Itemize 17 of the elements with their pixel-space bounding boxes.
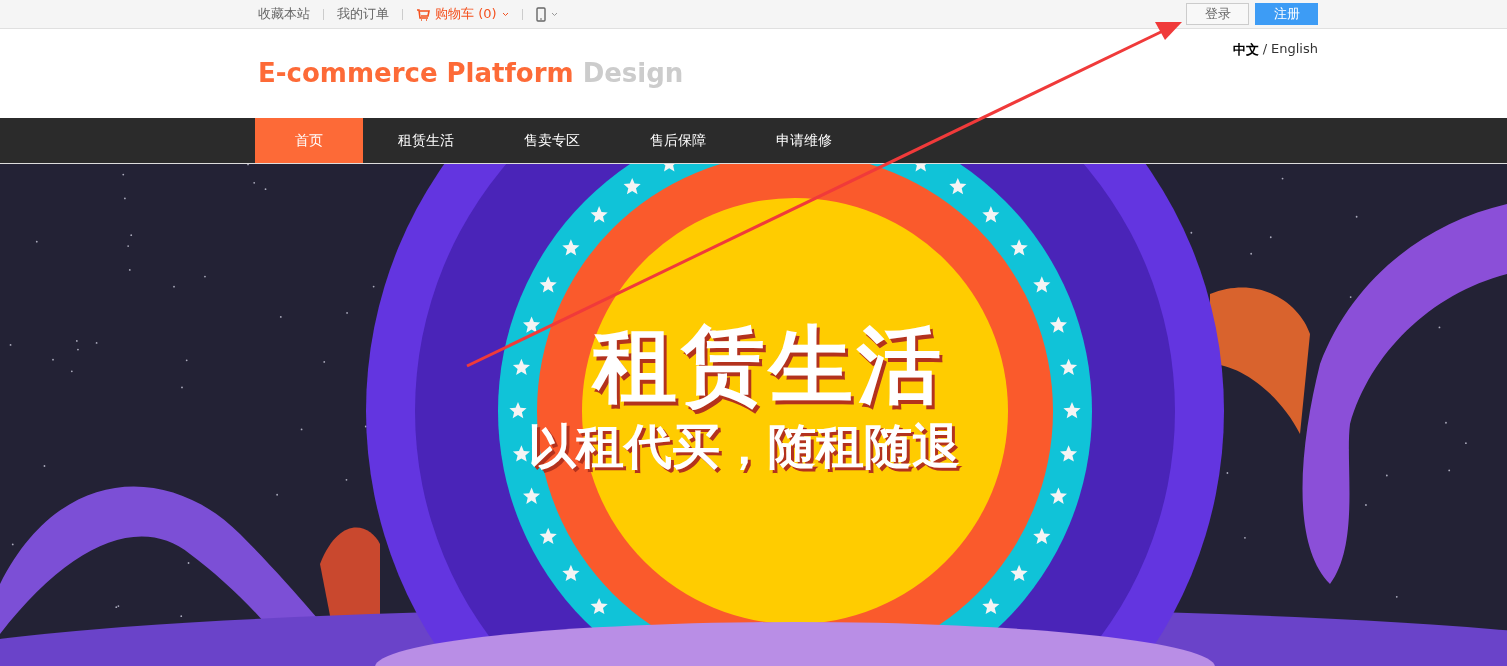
top-link[interactable]: 我的订单: [337, 5, 389, 23]
nav-tab[interactable]: 租赁生活: [363, 118, 489, 163]
language-separator: /: [1262, 41, 1268, 58]
cart-icon: [416, 7, 430, 21]
nav-tab[interactable]: 申请维修: [741, 118, 867, 163]
phone-icon: [535, 6, 546, 22]
nav-tab[interactable]: 售卖专区: [489, 118, 615, 163]
caret-icon: [550, 11, 558, 17]
top-link[interactable]: 收藏本站: [258, 5, 310, 23]
nav-tab[interactable]: 售后保障: [615, 118, 741, 163]
cart-link[interactable]: 购物车 (0): [416, 5, 509, 23]
banner-title: 租赁生活: [592, 319, 945, 412]
caret-icon: [501, 11, 509, 17]
mobile-menu[interactable]: [535, 6, 558, 22]
login-button[interactable]: 登录: [1186, 3, 1249, 25]
language-option[interactable]: 中文: [1232, 41, 1259, 59]
language-option[interactable]: English: [1271, 41, 1318, 59]
